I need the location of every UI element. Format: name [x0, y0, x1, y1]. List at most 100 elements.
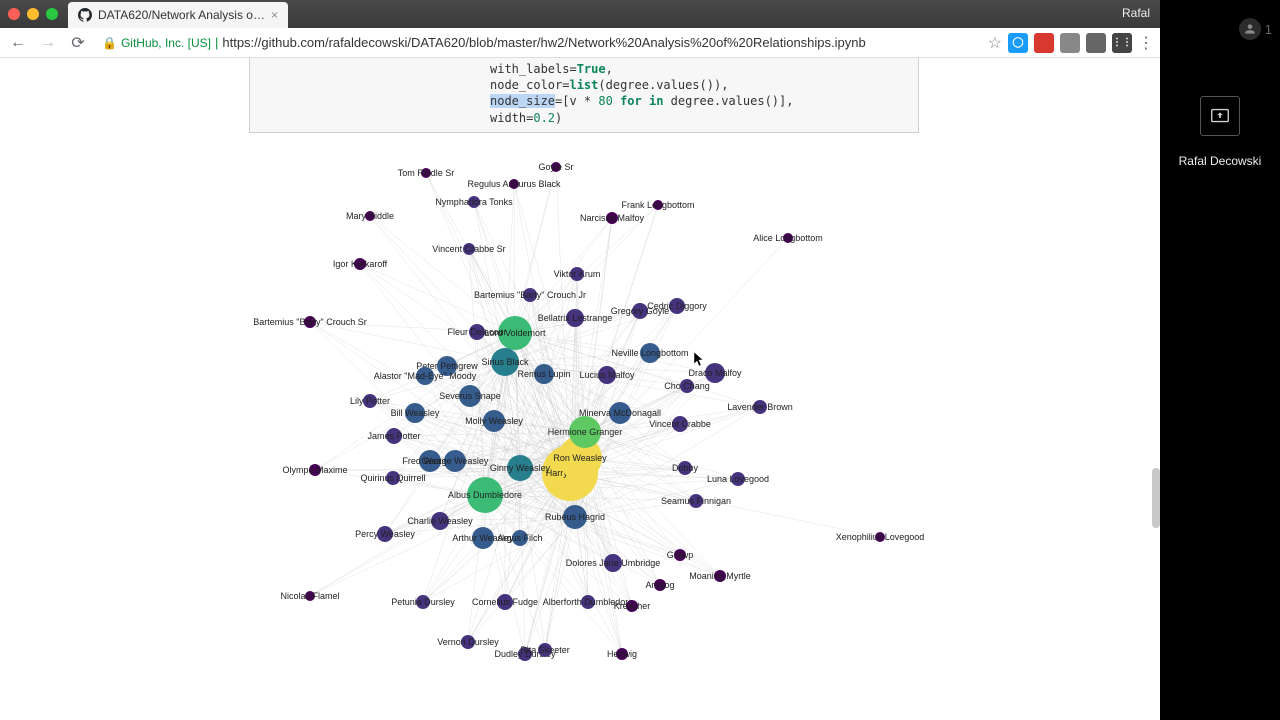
participant-name: Rafal Decowski	[1168, 154, 1272, 168]
graph-node	[606, 212, 618, 224]
graph-node	[459, 385, 481, 407]
graph-node	[563, 505, 587, 529]
network-graph: Harry PotterRon WeasleyHermione GrangerA…	[180, 143, 1100, 703]
graph-node	[497, 594, 513, 610]
graph-node	[377, 526, 393, 542]
graph-node	[405, 403, 425, 423]
graph-node	[507, 455, 533, 481]
code-cell[interactable]: with_labels=True, node_color=list(degree…	[249, 58, 919, 133]
graph-node	[616, 648, 628, 660]
graph-node	[653, 200, 663, 210]
graph-node	[309, 464, 321, 476]
back-button[interactable]: ←	[6, 31, 30, 55]
extension-icon-4[interactable]	[1086, 33, 1106, 53]
graph-node	[538, 643, 552, 657]
graph-node	[472, 527, 494, 549]
graph-node	[386, 428, 402, 444]
graph-node	[680, 379, 694, 393]
graph-node	[431, 512, 449, 530]
browser-toolbar: ← → ⟳ 🔒 GitHub, Inc. [US] | https://gith…	[0, 28, 1160, 58]
profile-name[interactable]: Rafal	[1122, 6, 1150, 20]
url-text: https://github.com/rafaldecowski/DATA620…	[222, 35, 865, 50]
share-screen-icon	[1200, 96, 1240, 136]
graph-node	[509, 179, 519, 189]
tab-close-button[interactable]: ×	[271, 8, 278, 22]
graph-node	[753, 400, 767, 414]
graph-node	[416, 367, 434, 385]
github-favicon	[78, 8, 92, 22]
tab-title: DATA620/Network Analysis o…	[98, 8, 265, 22]
graph-node	[570, 267, 584, 281]
graph-node	[674, 549, 686, 561]
graph-node	[305, 591, 315, 601]
extension-icon-2[interactable]	[1034, 33, 1054, 53]
menu-icon[interactable]: ⋮	[1138, 33, 1154, 53]
graph-node	[363, 394, 377, 408]
graph-node	[498, 316, 532, 350]
person-icon	[1239, 18, 1261, 40]
graph-node	[534, 364, 554, 384]
maximize-window-button[interactable]	[46, 8, 58, 20]
graph-node	[598, 366, 616, 384]
graph-node	[491, 348, 519, 376]
minimize-window-button[interactable]	[27, 8, 39, 20]
participant-card[interactable]: Rafal Decowski	[1168, 96, 1272, 168]
star-icon[interactable]: ☆	[988, 33, 1002, 53]
graph-node	[669, 298, 685, 314]
graph-node	[632, 303, 648, 319]
side-panel: 1 Rafal Decowski	[1160, 0, 1280, 720]
graph-node	[512, 530, 528, 546]
graph-edges	[180, 143, 1100, 703]
forward-button[interactable]: →	[36, 31, 60, 55]
browser-tab[interactable]: DATA620/Network Analysis o… ×	[68, 2, 288, 28]
graph-node	[604, 554, 622, 572]
graph-node	[463, 243, 475, 255]
graph-node	[569, 416, 601, 448]
extension-icon-3[interactable]	[1060, 33, 1080, 53]
titlebar: DATA620/Network Analysis o… × Rafal	[0, 0, 1160, 28]
graph-node	[654, 579, 666, 591]
graph-node	[419, 450, 441, 472]
graph-node	[626, 600, 638, 612]
extension-icon-1[interactable]: ◯	[1008, 33, 1028, 53]
graph-node	[581, 595, 595, 609]
extension-icon-5[interactable]: ⋮⋮	[1112, 33, 1132, 53]
graph-node	[461, 635, 475, 649]
graph-node	[714, 570, 726, 582]
graph-node	[551, 162, 561, 172]
window-controls	[8, 8, 58, 20]
graph-node	[468, 196, 480, 208]
address-bar[interactable]: 🔒 GitHub, Inc. [US] | https://github.com…	[96, 31, 982, 55]
graph-node	[437, 356, 457, 376]
graph-node	[609, 402, 631, 424]
toolbar-right: ☆ ◯ ⋮⋮ ⋮	[988, 33, 1154, 53]
graph-node	[304, 316, 316, 328]
graph-node	[469, 324, 485, 340]
browser-chrome: DATA620/Network Analysis o… × Rafal ← → …	[0, 0, 1160, 58]
graph-node	[731, 472, 745, 486]
graph-node	[365, 211, 375, 221]
graph-node	[640, 343, 660, 363]
graph-node	[783, 233, 793, 243]
lock-icon: 🔒	[102, 36, 117, 50]
participant-count[interactable]: 1	[1239, 18, 1272, 40]
graph-node	[354, 258, 366, 270]
page-content: with_labels=True, node_color=list(degree…	[0, 58, 1160, 720]
graph-node	[875, 532, 885, 542]
graph-node	[421, 168, 431, 178]
graph-node	[416, 595, 430, 609]
graph-node	[678, 461, 692, 475]
graph-node	[483, 410, 505, 432]
graph-node	[672, 416, 688, 432]
graph-node	[705, 363, 725, 383]
graph-node	[566, 309, 584, 327]
graph-node	[518, 647, 532, 661]
graph-node	[444, 450, 466, 472]
reload-button[interactable]: ⟳	[66, 31, 90, 55]
close-window-button[interactable]	[8, 8, 20, 20]
ssl-org: GitHub, Inc. [US]	[121, 36, 211, 50]
graph-node	[689, 494, 703, 508]
scrollbar-thumb[interactable]	[1152, 468, 1160, 528]
graph-node	[467, 477, 503, 513]
graph-node	[386, 471, 400, 485]
